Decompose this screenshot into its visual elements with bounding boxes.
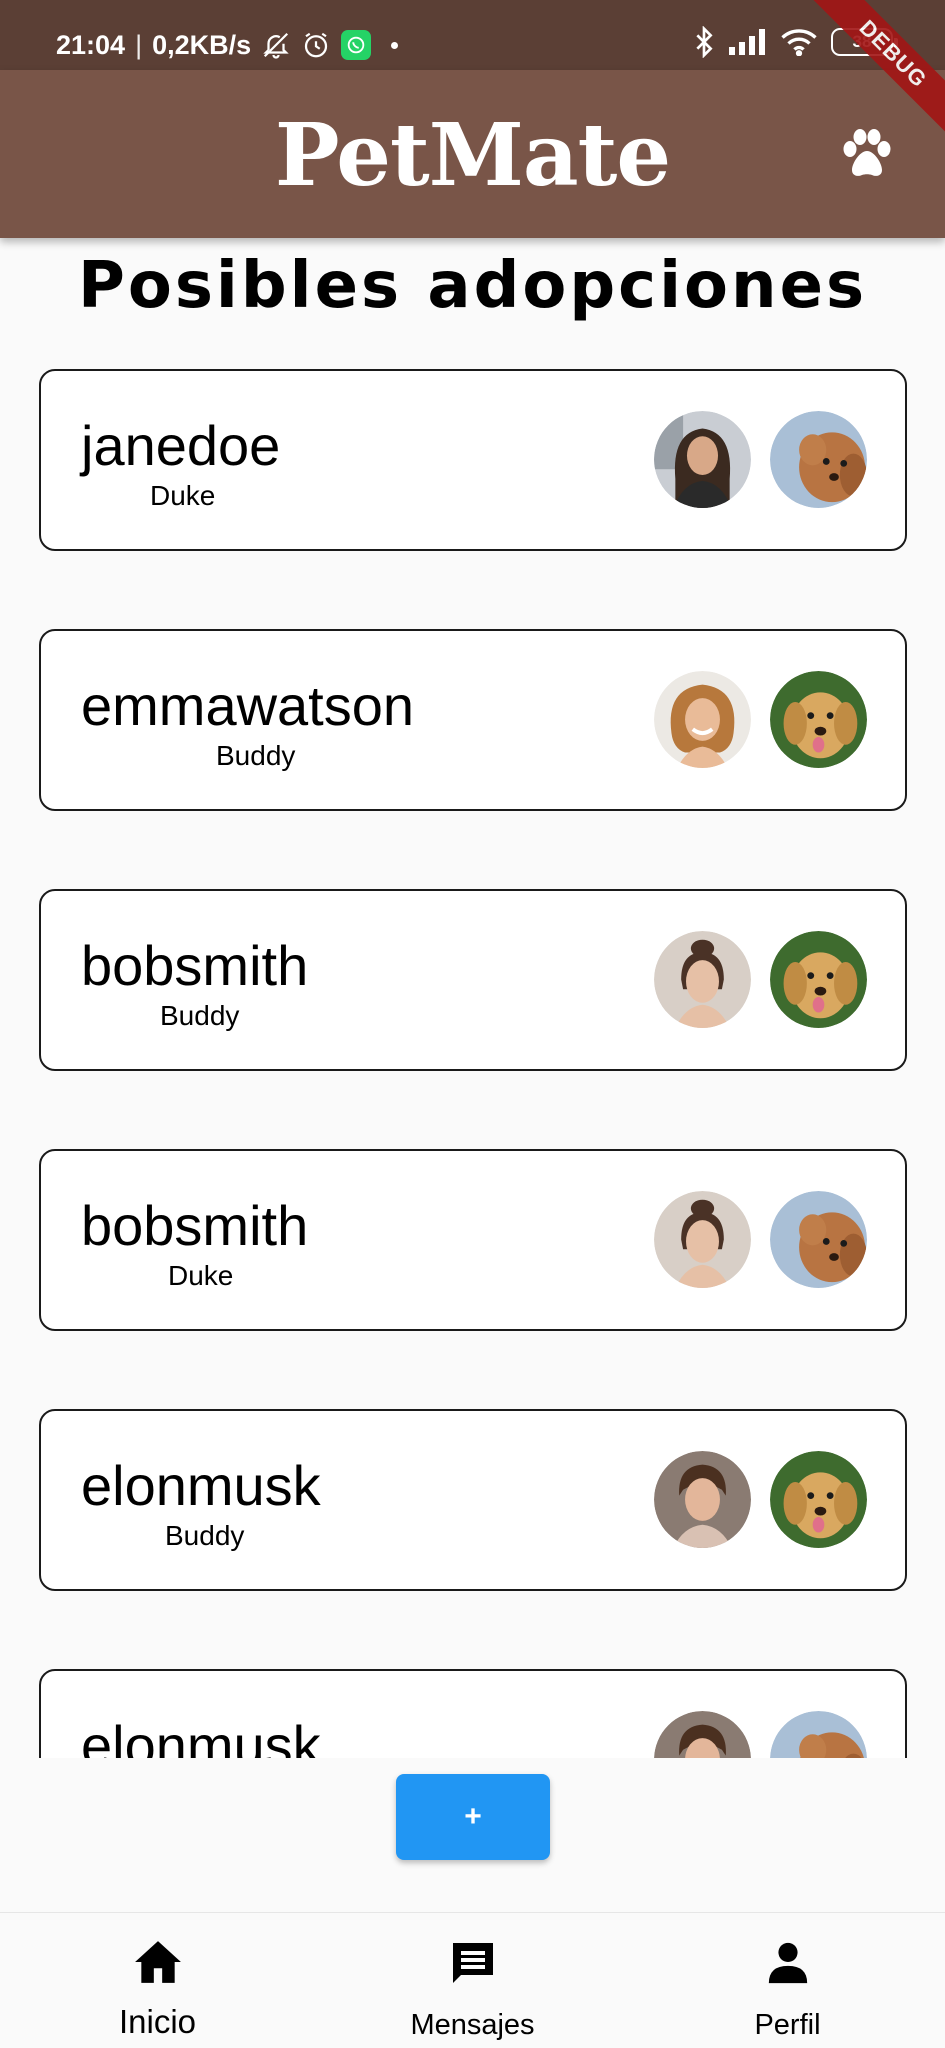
paw-icon (843, 129, 891, 176)
adoption-card[interactable]: bobsmith Buddy (39, 889, 907, 1071)
notification-dot (391, 41, 399, 49)
card-pet-name: Buddy (216, 740, 296, 771)
card-username: emmawatson (81, 674, 415, 737)
adoption-card[interactable]: elonmusk Buddy (39, 1409, 907, 1591)
chat-icon (452, 1943, 493, 1983)
add-button[interactable]: + (396, 1774, 550, 1860)
pet-avatar (770, 1191, 867, 1288)
pet-avatar (770, 931, 867, 1028)
person-avatar (654, 1711, 751, 1758)
app-bar: PetMate (0, 70, 945, 238)
nav-icon-wrapper (0, 1939, 315, 1987)
nav-label-mensajes: Mensajes (410, 2009, 535, 2041)
nav-item-perfil[interactable]: Perfil (630, 1913, 945, 2048)
card-username: bobsmith (81, 1194, 309, 1257)
card-pet-name: Duke (168, 1260, 234, 1291)
card-username: elonmusk (81, 1714, 321, 1758)
nav-label-perfil: Perfil (754, 2009, 821, 2041)
card-username: elonmusk (81, 1454, 321, 1517)
adoption-card[interactable]: emmawatson Buddy (39, 629, 907, 811)
alarm-icon (301, 30, 331, 60)
card-pet-name: Duke (150, 480, 216, 511)
card-pet-name: Buddy (160, 1000, 240, 1031)
card-username: bobsmith (81, 934, 309, 997)
home-icon (134, 1941, 181, 1983)
bottom-nav: Inicio Mensajes Perfil (0, 1912, 945, 2048)
bell-off-icon (261, 30, 291, 60)
bluetooth-icon (693, 26, 715, 58)
network-speed: 0,2KB/s (152, 29, 252, 60)
app-title: PetMate (274, 105, 671, 206)
wifi-icon (781, 28, 817, 56)
page-heading: Posibles adopciones (77, 249, 868, 323)
nav-icon-wrapper (315, 1939, 630, 1987)
person-avatar (654, 671, 751, 768)
person-avatar (654, 411, 751, 508)
adoption-card[interactable]: elonmusk (39, 1669, 907, 1758)
person-icon (768, 1942, 807, 1984)
nav-item-inicio[interactable]: Inicio (0, 1913, 315, 2048)
adoption-card[interactable]: bobsmith Duke (39, 1149, 907, 1331)
pet-avatar (770, 671, 867, 768)
pet-avatar (770, 1711, 867, 1758)
adoption-card[interactable]: janedoe Duke (39, 369, 907, 551)
status-bar: 21:04 | 0,2KB/s 38 (0, 0, 945, 70)
card-username: janedoe (81, 414, 281, 477)
person-avatar (654, 1191, 751, 1288)
signal-icon (729, 29, 767, 55)
card-pet-name: Buddy (165, 1520, 245, 1551)
pet-avatar (770, 411, 867, 508)
nav-icon-wrapper (630, 1939, 945, 1987)
status-time: 21:04 (56, 29, 126, 60)
pet-avatar (770, 1451, 867, 1548)
status-separator: | (135, 29, 143, 60)
person-avatar (654, 1451, 751, 1548)
adoption-list[interactable]: janedoe Duke emmawatson Buddy bobsmith B… (0, 340, 945, 1758)
whatsapp-icon (341, 30, 372, 60)
person-avatar (654, 931, 751, 1028)
nav-item-mensajes[interactable]: Mensajes (315, 1913, 630, 2048)
paw-button[interactable] (837, 124, 897, 184)
nav-label-inicio: Inicio (118, 2003, 197, 2040)
